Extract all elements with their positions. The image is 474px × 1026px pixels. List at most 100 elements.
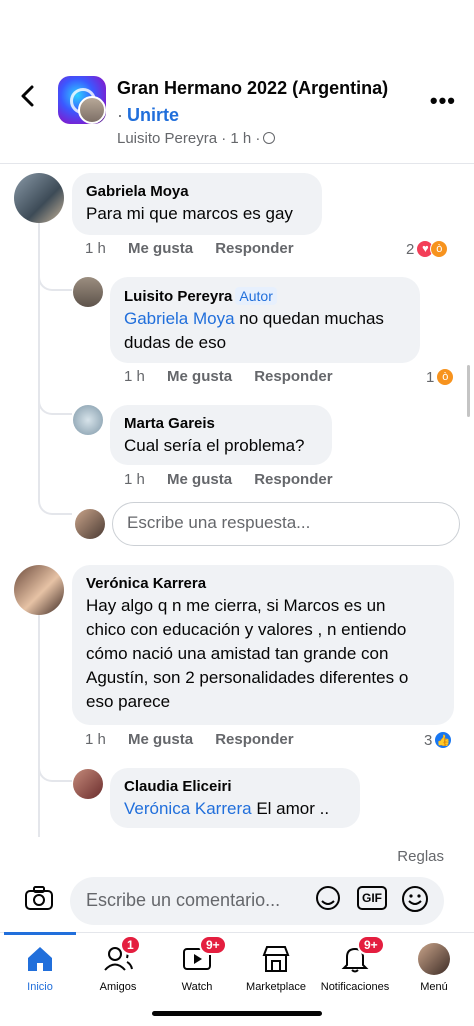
post-meta: Luisito Pereyra · 1 h · bbox=[117, 130, 276, 147]
thread-hook bbox=[38, 393, 72, 415]
reply-bubble: Luisito Pereyra Autor Gabriela Moya no qu… bbox=[110, 277, 420, 363]
reply-author-name[interactable]: Luisito Pereyra bbox=[124, 288, 232, 305]
tab-bar: Inicio 1 Amigos 9+ Watch Marketplace 9+ bbox=[0, 932, 474, 1000]
reaction-count: 2 bbox=[406, 240, 415, 258]
post-meta-text: Luisito Pereyra · 1 h · bbox=[117, 130, 261, 147]
avatar[interactable] bbox=[14, 173, 64, 223]
comment-input[interactable]: Escribe un comentario... bbox=[70, 877, 444, 925]
comment-bubble: Gabriela Moya Para mi que marcos es gay bbox=[72, 173, 322, 235]
angry-reaction-icon: ò bbox=[430, 240, 449, 258]
tab-label: Inicio bbox=[27, 981, 53, 993]
mention-link[interactable]: Gabriela Moya bbox=[124, 309, 235, 328]
avatar-sticker-icon[interactable] bbox=[314, 885, 342, 913]
comment-text-line: Agustín, son 2 personalidades diferentes… bbox=[86, 668, 409, 687]
thread-hook bbox=[38, 760, 72, 782]
join-label[interactable]: Unirte bbox=[127, 105, 179, 125]
comment-author[interactable]: Verónica Karrera bbox=[86, 574, 440, 594]
comment-text-line: cómo nació una amistad tan grande con bbox=[86, 644, 389, 663]
home-icon bbox=[28, 947, 52, 971]
reply-text-body: El amor .. bbox=[256, 799, 330, 818]
group-title[interactable]: Gran Hermano 2022 (Argentina) bbox=[117, 78, 388, 99]
camera-icon[interactable] bbox=[24, 885, 54, 911]
comment-text-line: chico con educación y valores , n entien… bbox=[86, 620, 407, 639]
like-button[interactable]: Me gusta bbox=[128, 240, 193, 257]
author-mini-avatar bbox=[78, 96, 106, 124]
tab-label: Marketplace bbox=[246, 981, 306, 993]
like-reaction-icon: 👍 bbox=[434, 731, 453, 749]
comment-text-line: eso parece bbox=[86, 692, 171, 711]
join-link[interactable]: · Unirte bbox=[117, 105, 179, 126]
menu-avatar-icon bbox=[418, 943, 450, 975]
reaction-count: 3 bbox=[424, 731, 433, 749]
reply-actions: 1 h Me gusta Responder bbox=[124, 471, 351, 488]
reply-button[interactable]: Responder bbox=[254, 471, 332, 488]
comment-time: 1 h bbox=[85, 240, 106, 257]
home-indicator bbox=[152, 1011, 322, 1016]
more-options-icon[interactable]: ••• bbox=[430, 88, 456, 114]
like-button[interactable]: Me gusta bbox=[167, 368, 232, 385]
tab-watch[interactable]: 9+ Watch bbox=[157, 933, 237, 1001]
reply-input[interactable]: Escribe una respuesta... bbox=[112, 502, 460, 546]
notification-badge: 9+ bbox=[357, 935, 385, 955]
reply-button[interactable]: Responder bbox=[254, 368, 332, 385]
avatar[interactable] bbox=[73, 277, 103, 307]
author-badge: Autor bbox=[235, 287, 277, 305]
thread-line bbox=[38, 223, 40, 493]
reaction-summary[interactable]: 3 👍 bbox=[424, 731, 453, 749]
own-avatar bbox=[75, 509, 105, 539]
comment-actions: 1 h Me gusta Responder bbox=[85, 240, 312, 257]
tab-label: Watch bbox=[181, 981, 213, 993]
tab-notificaciones[interactable]: 9+ Notificaciones bbox=[315, 933, 395, 1001]
like-button[interactable]: Me gusta bbox=[128, 731, 193, 748]
rules-link[interactable]: Reglas bbox=[397, 848, 444, 865]
globe-icon bbox=[263, 132, 276, 144]
post-header: Gran Hermano 2022 (Argentina) · Unirte Lu… bbox=[0, 60, 474, 164]
scrollbar[interactable] bbox=[467, 365, 470, 417]
comment-text: Para mi que marcos es gay bbox=[86, 204, 293, 223]
reply-author[interactable]: Claudia Eliceiri bbox=[124, 777, 346, 797]
reaction-summary[interactable]: 1 ò bbox=[426, 368, 455, 386]
mention-link[interactable]: Verónica Karrera bbox=[124, 799, 252, 818]
comment-time: 1 h bbox=[85, 731, 106, 748]
like-button[interactable]: Me gusta bbox=[167, 471, 232, 488]
back-arrow-icon[interactable] bbox=[16, 84, 40, 108]
comment-actions: 1 h Me gusta Responder bbox=[85, 731, 312, 748]
reply-author[interactable]: Marta Gareis bbox=[124, 414, 318, 434]
reaction-count: 1 bbox=[426, 368, 435, 386]
thread-line bbox=[38, 615, 40, 837]
comment-author[interactable]: Gabriela Moya bbox=[86, 182, 308, 202]
comment-bubble: Verónica Karrera Hay algo q n me cierra,… bbox=[72, 565, 454, 725]
thread-hook bbox=[38, 493, 72, 515]
thread-hook bbox=[38, 269, 72, 291]
separator-dot: · bbox=[117, 105, 123, 125]
reply-button[interactable]: Responder bbox=[215, 240, 293, 257]
reply-time: 1 h bbox=[124, 471, 145, 488]
reaction-summary[interactable]: 2 ♥ ò bbox=[406, 240, 449, 258]
notification-badge: 1 bbox=[120, 935, 141, 955]
tab-label: Amigos bbox=[99, 981, 137, 993]
avatar[interactable] bbox=[14, 565, 64, 615]
comment-text-line: Hay algo q n me cierra, si Marcos es un bbox=[86, 596, 386, 615]
tab-menu[interactable]: Menú bbox=[394, 933, 474, 1001]
reply-text: Cual sería el problema? bbox=[124, 436, 305, 455]
gif-label: GIF bbox=[362, 891, 382, 905]
comments-list: Gabriela Moya Para mi que marcos es gay … bbox=[0, 165, 474, 837]
emoji-icon[interactable] bbox=[401, 885, 429, 913]
reply-actions: 1 h Me gusta Responder bbox=[124, 368, 351, 385]
reply-time: 1 h bbox=[124, 368, 145, 385]
angry-reaction-icon: ò bbox=[436, 368, 455, 386]
reply-button[interactable]: Responder bbox=[215, 731, 293, 748]
reply-author[interactable]: Luisito Pereyra Autor bbox=[124, 286, 406, 307]
avatar[interactable] bbox=[73, 405, 103, 435]
gif-icon[interactable]: GIF bbox=[357, 886, 387, 910]
reply-text: Gabriela Moya no quedan muchas dudas de … bbox=[124, 307, 406, 355]
tab-amigos[interactable]: 1 Amigos bbox=[78, 933, 158, 1001]
reply-bubble: Marta Gareis Cual sería el problema? bbox=[110, 405, 332, 465]
reply-bubble: Claudia Eliceiri Verónica Karrera El amo… bbox=[110, 768, 360, 828]
tab-marketplace[interactable]: Marketplace bbox=[236, 933, 316, 1001]
tab-label: Menú bbox=[420, 981, 448, 993]
marketplace-icon bbox=[262, 946, 290, 972]
tab-inicio[interactable]: Inicio bbox=[0, 932, 80, 1001]
avatar[interactable] bbox=[73, 769, 103, 799]
comment-composer: Escribe un comentario... GIF bbox=[0, 873, 474, 929]
